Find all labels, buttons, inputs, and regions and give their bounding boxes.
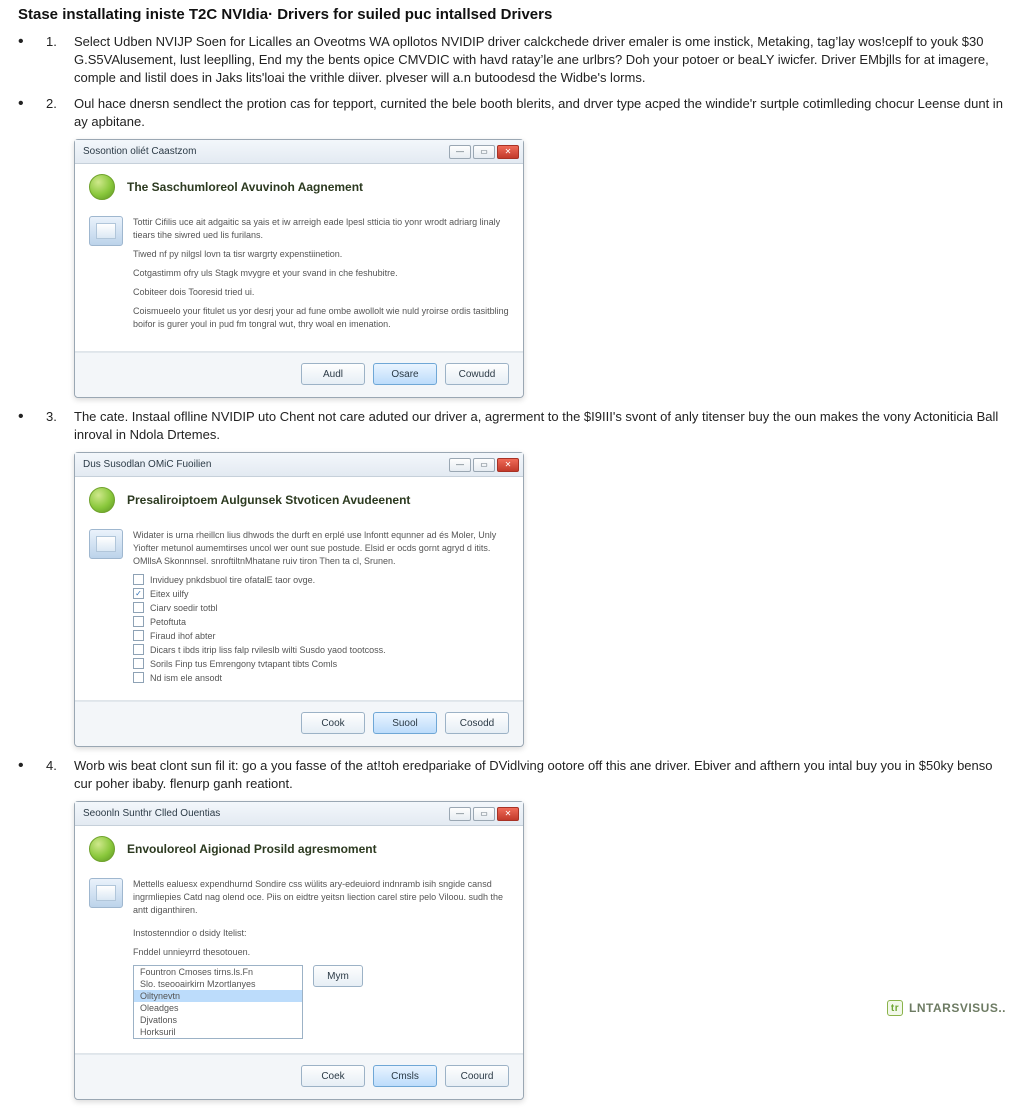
dialog-titlebar: Dus Susodlan OMiC Fuoilien — ▭ ✕	[75, 453, 523, 477]
checkbox[interactable]	[133, 658, 144, 669]
bullet-dot: •	[18, 408, 46, 426]
brand-text: LNTARSVISUS..	[909, 1001, 1006, 1015]
sub-label: Instostenndior o dsidy Itelist:	[133, 927, 509, 940]
next-button[interactable]: Osare	[373, 363, 437, 385]
next-button[interactable]: Cmsls	[373, 1065, 437, 1087]
checkbox-label: Inviduey pnkdsbuol tire ofatalE taor ovg…	[150, 575, 315, 585]
checkbox[interactable]	[133, 574, 144, 585]
step-number: 3.	[46, 408, 74, 426]
dialog-titlebar-text: Dus Susodlan OMiC Fuoilien	[83, 459, 211, 470]
step-text: Oul hace dnersn sendlect the protion cas…	[74, 95, 1006, 131]
checkbox-label: Petoftuta	[150, 617, 186, 627]
checkbox-label: Nd ism ele ansodt	[150, 673, 222, 683]
step-text: Select Udben NVIJP Soen for Licalles an …	[74, 33, 1006, 87]
list-item[interactable]: Djvatlons	[134, 1014, 302, 1026]
steps-list: • 3. The cate. Instaal oflline NVIDIP ut…	[18, 408, 1006, 444]
step-text: Worb wis beat clont sun fil it: go a you…	[74, 757, 1006, 793]
close-button[interactable]: ✕	[497, 458, 519, 472]
bullet-dot: •	[18, 757, 46, 775]
cancel-button[interactable]: Cosodd	[445, 712, 509, 734]
components-checklist: Inviduey pnkdsbuol tire ofatalE taor ovg…	[133, 574, 509, 683]
checkbox-label: Ciarv soedir totbl	[150, 603, 218, 613]
checkbox[interactable]	[133, 644, 144, 655]
back-button[interactable]: Audl	[301, 363, 365, 385]
minimize-button[interactable]: —	[449, 145, 471, 159]
dialog-heading: Envouloreol Aigionad Prosild agresmoment	[127, 842, 377, 856]
installer-dialog-components: Seoonln Sunthr Clled Ouentias — ▭ ✕ Envo…	[74, 801, 524, 1100]
step-text: The cate. Instaal oflline NVIDIP uto Che…	[74, 408, 1006, 444]
checkbox[interactable]	[133, 616, 144, 627]
steps-list: • 1. Select Udben NVIJP Soen for Licalle…	[18, 33, 1006, 131]
dialog-body-text: Widater is urna rheillcn lius dhwods the…	[133, 529, 509, 568]
checkbox[interactable]	[133, 630, 144, 641]
back-button[interactable]: Coek	[301, 1065, 365, 1087]
browse-button[interactable]: Mym	[313, 965, 363, 987]
installer-dialog-options: Dus Susodlan OMiC Fuoilien — ▭ ✕ Presali…	[74, 452, 524, 747]
close-button[interactable]: ✕	[497, 807, 519, 821]
minimize-button[interactable]: —	[449, 458, 471, 472]
page-title: Stase installating iniste T2C NVIdia· Dr…	[18, 6, 1006, 23]
step-number: 1.	[46, 33, 74, 51]
list-item[interactable]: Oiltynevtn	[134, 990, 302, 1002]
back-button[interactable]: Cook	[301, 712, 365, 734]
dialog-heading: The Saschumloreol Avuvinoh Aagnement	[127, 180, 363, 194]
monitor-icon	[89, 529, 123, 559]
checkbox-label: Dicars t ibds itrip liss falp rvileslb w…	[150, 645, 386, 655]
dialog-titlebar-text: Sosontion oliét Caastzom	[83, 146, 196, 157]
list-item[interactable]: Fountron Cmoses tirns.ls.Fn	[134, 966, 302, 978]
next-button[interactable]: Suool	[373, 712, 437, 734]
installer-dialog-license: Sosontion oliét Caastzom — ▭ ✕ The Sasch…	[74, 139, 524, 398]
minimize-button[interactable]: —	[449, 807, 471, 821]
cancel-button[interactable]: Cowudd	[445, 363, 509, 385]
checkbox[interactable]	[133, 602, 144, 613]
list-item[interactable]: Slo. tseooairkirn Mzortlanyes	[134, 978, 302, 990]
dialog-heading: Presaliroiptoem Aulgunsek Stvoticen Avud…	[127, 493, 410, 507]
step-number: 2.	[46, 95, 74, 113]
components-listbox[interactable]: Fountron Cmoses tirns.ls.Fn Slo. tseooai…	[133, 965, 303, 1039]
bullet-dot: •	[18, 95, 46, 113]
dialog-titlebar-text: Seoonln Sunthr Clled Ouentias	[83, 808, 220, 819]
nvidia-icon	[89, 836, 115, 862]
checkbox[interactable]	[133, 588, 144, 599]
checkbox-label: Sorils Finp tus Emrengony tvtapant tibts…	[150, 659, 337, 669]
maximize-button[interactable]: ▭	[473, 807, 495, 821]
bullet-dot: •	[18, 33, 46, 51]
list-item[interactable]: Horksuril	[134, 1026, 302, 1038]
cancel-button[interactable]: Coourd	[445, 1065, 509, 1087]
checkbox-label: Firaud ihof abter	[150, 631, 216, 641]
checkbox[interactable]	[133, 672, 144, 683]
maximize-button[interactable]: ▭	[473, 458, 495, 472]
dialog-titlebar: Sosontion oliét Caastzom — ▭ ✕	[75, 140, 523, 164]
nvidia-icon	[89, 174, 115, 200]
maximize-button[interactable]: ▭	[473, 145, 495, 159]
steps-list: • 4. Worb wis beat clont sun fil it: go …	[18, 757, 1006, 793]
nvidia-icon	[89, 487, 115, 513]
dialog-body-text: Tottir Cifilis uce ait adgaitic sa yais …	[133, 216, 509, 337]
close-button[interactable]: ✕	[497, 145, 519, 159]
sub-label: Fnddel unnieyrrd thesotouen.	[133, 946, 509, 959]
list-item[interactable]: Oleadges	[134, 1002, 302, 1014]
checkbox-label: Eitex uilfy	[150, 589, 189, 599]
dialog-titlebar: Seoonln Sunthr Clled Ouentias — ▭ ✕	[75, 802, 523, 826]
brand-footer: tr LNTARSVISUS..	[887, 1000, 1006, 1016]
step-number: 4.	[46, 757, 74, 775]
monitor-icon	[89, 216, 123, 246]
dialog-body-text: Mettells ealuesx expendhurnd Sondire css…	[133, 878, 509, 917]
monitor-icon	[89, 878, 123, 908]
brand-badge-icon: tr	[887, 1000, 903, 1016]
